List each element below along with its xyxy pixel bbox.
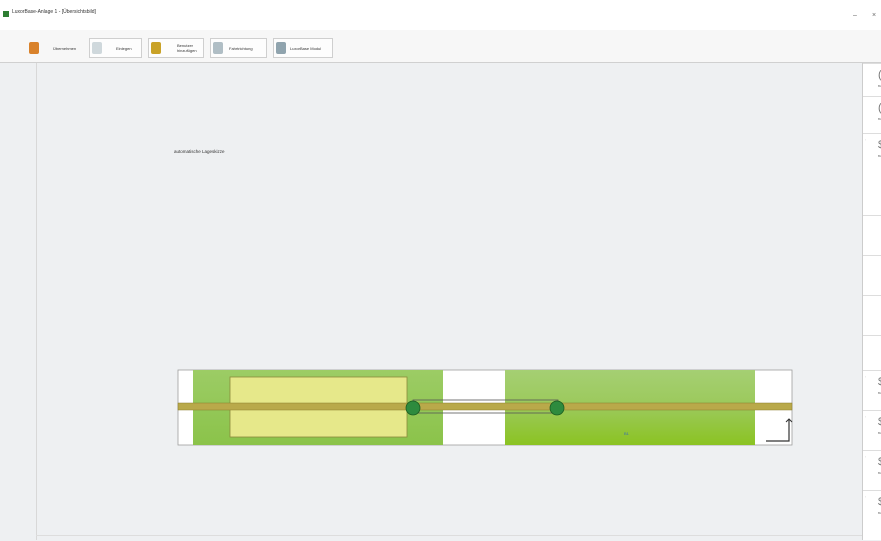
panel-item-10[interactable]: ' $ Bz [863,450,881,491]
panel-item-9[interactable]: ' $ Bz [863,410,881,451]
track-diagram: B1 [177,369,793,446]
panel-item-3-marker: ' [865,138,866,143]
panel-item-11[interactable]: ' $ Bz [863,490,881,531]
status-bar [36,535,862,541]
panel-item-8[interactable]: ' $ Bz [863,370,881,411]
panel-item-5[interactable] [863,255,881,296]
panel-item-9-marker: ' [865,415,866,420]
panel-item-4[interactable] [863,215,881,256]
junction-left[interactable] [405,400,421,416]
panel-item-6[interactable] [863,295,881,336]
panel-item-8-marker: ' [865,375,866,380]
rail-line [177,402,793,411]
panel-item-10-marker: ' [865,455,866,460]
panel-item-2[interactable]: ( Bz [863,96,881,130]
panel-item-3[interactable]: ' $ Bz [863,133,881,174]
panel-item-1[interactable]: ( Bz [863,63,881,97]
panel-item-11-marker: ' [865,495,866,500]
panel-item-7[interactable] [863,335,881,371]
junction-right[interactable] [549,400,565,416]
track-marker: B1 [624,431,630,436]
